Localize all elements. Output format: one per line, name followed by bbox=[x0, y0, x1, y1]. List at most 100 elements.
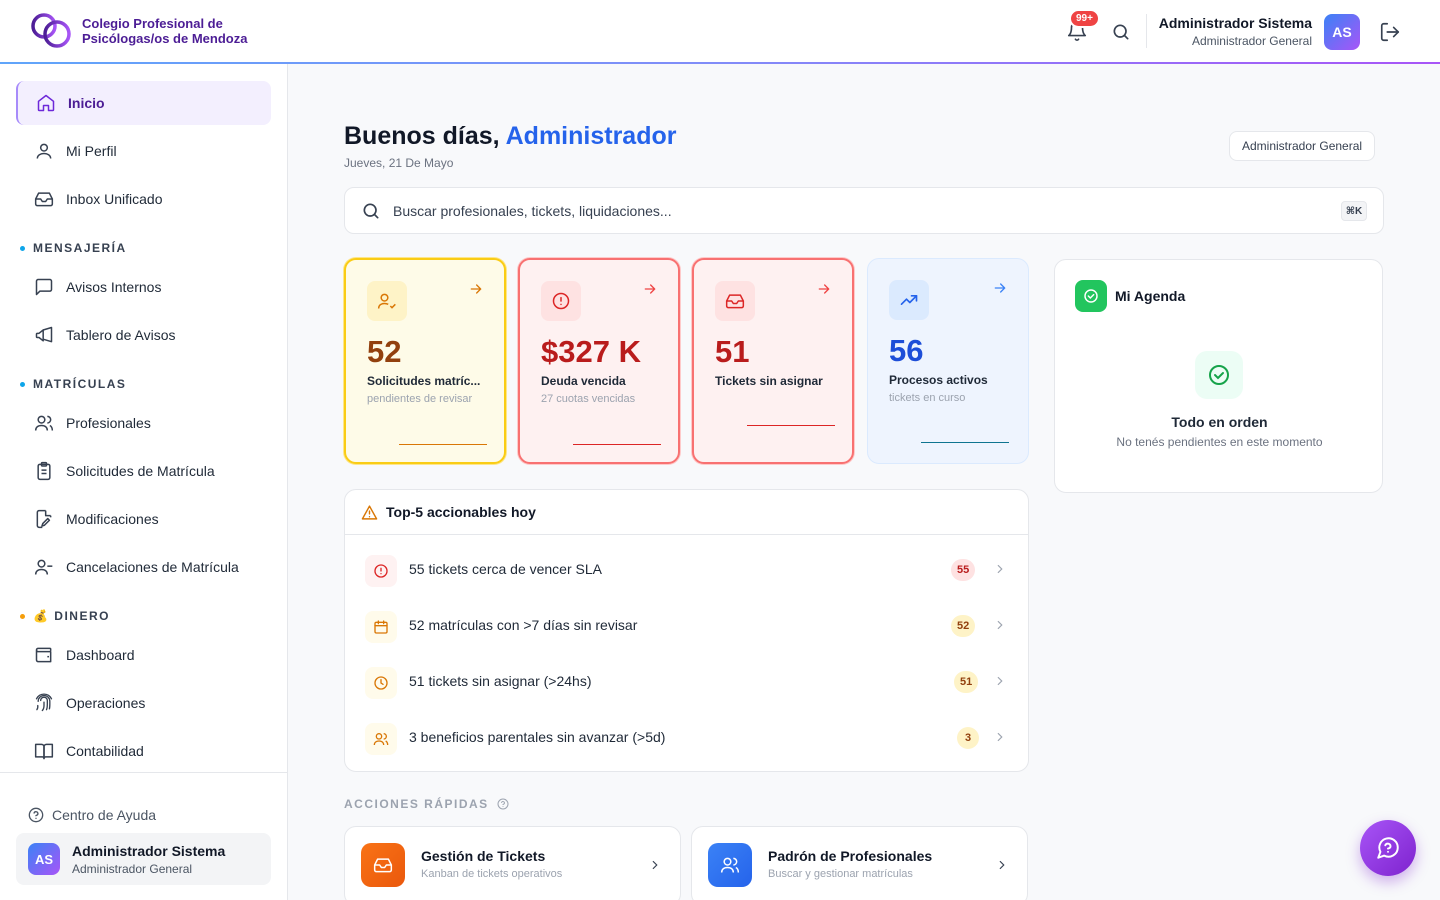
role-badge: Administrador General bbox=[1229, 131, 1376, 161]
agenda-card: Mi Agenda Todo en orden No tenés pendien… bbox=[1054, 259, 1383, 493]
book-icon bbox=[34, 743, 54, 760]
chevron-right-icon bbox=[997, 732, 1003, 742]
kpi-card-tickets[interactable]: 51 Tickets sin asignar bbox=[692, 258, 854, 464]
logout-icon[interactable] bbox=[1379, 21, 1401, 43]
sidebar-item-label: Dashboard bbox=[66, 647, 135, 663]
quick-action-tickets[interactable]: Gestión de Tickets Kanban de tickets ope… bbox=[344, 826, 681, 900]
section-label: MENSAJERÍA bbox=[33, 241, 127, 255]
sidebar-item-label: Inbox Unificado bbox=[66, 191, 163, 207]
sidebar-item-modificaciones[interactable]: Modificaciones bbox=[16, 497, 271, 541]
sidebar-item-profesionales[interactable]: Profesionales bbox=[16, 401, 271, 445]
divider bbox=[1146, 14, 1147, 48]
chevron-right-icon bbox=[997, 676, 1003, 686]
kpi-label: Solicitudes matríc... bbox=[367, 374, 481, 388]
sidebar-item-label: Operaciones bbox=[66, 695, 146, 711]
chevron-right-icon bbox=[652, 860, 658, 870]
header-user-role: Administrador General bbox=[1191, 34, 1312, 48]
check-circle-icon bbox=[1195, 351, 1243, 399]
kpi-sparkline bbox=[573, 444, 661, 445]
sidebar-user-card[interactable]: AS Administrador Sistema Administrador G… bbox=[16, 833, 271, 885]
sidebar-item-inicio[interactable]: Inicio bbox=[16, 81, 271, 125]
warning-icon bbox=[361, 505, 378, 520]
kpi-value: $327 K bbox=[541, 334, 641, 369]
help-label: Centro de Ayuda bbox=[52, 807, 157, 823]
list-item[interactable]: 51 tickets sin asignar (>24hs) 51 bbox=[345, 653, 1028, 709]
list-item-text: 51 tickets sin asignar (>24hs) bbox=[409, 673, 592, 689]
sidebar-item-tablero-avisos[interactable]: Tablero de Avisos bbox=[16, 313, 271, 357]
count-badge: 3 bbox=[957, 727, 979, 749]
sidebar-item-contabilidad[interactable]: Contabilidad bbox=[16, 729, 271, 773]
users-icon bbox=[34, 415, 54, 431]
sidebar-item-label: Tablero de Avisos bbox=[66, 327, 176, 343]
arrow-right-icon bbox=[470, 284, 482, 294]
kpi-card-solicitudes[interactable]: 52 Solicitudes matríc... pendientes de r… bbox=[344, 258, 506, 464]
brand-line-1: Colegio Profesional de bbox=[82, 16, 223, 31]
brand-line-2: Psicólogas/os de Mendoza bbox=[82, 31, 248, 46]
clock-icon bbox=[365, 667, 397, 699]
sidebar-item-cancelaciones[interactable]: Cancelaciones de Matrícula bbox=[16, 545, 271, 589]
kpi-value: 56 bbox=[889, 333, 924, 368]
avatar: AS bbox=[28, 843, 60, 875]
list-item[interactable]: 3 beneficios parentales sin avanzar (>5d… bbox=[345, 709, 1028, 765]
list-item-text: 55 tickets cerca de vencer SLA bbox=[409, 561, 602, 577]
sidebar-item-label: Contabilidad bbox=[66, 743, 144, 759]
quick-action-title: Padrón de Profesionales bbox=[768, 848, 933, 864]
list-item[interactable]: 52 matrículas con >7 días sin revisar 52 bbox=[345, 597, 1028, 653]
chevron-right-icon bbox=[999, 860, 1005, 870]
chevron-right-icon bbox=[997, 564, 1003, 574]
wallet-icon bbox=[35, 647, 52, 663]
sidebar-item-mi-perfil[interactable]: Mi Perfil bbox=[16, 129, 271, 173]
kpi-label: Procesos activos bbox=[889, 373, 988, 387]
page-title: Buenos días, Administrador bbox=[344, 122, 676, 151]
brand[interactable]: Colegio Profesional de Psicólogas/os de … bbox=[30, 12, 247, 50]
section-mensajeria: MENSAJERÍA bbox=[20, 241, 127, 255]
sidebar: Inicio Mi Perfil Inbox Unificado MENSAJE… bbox=[0, 64, 288, 900]
sidebar-item-operaciones[interactable]: Operaciones bbox=[16, 681, 271, 725]
kpi-sparkline bbox=[921, 442, 1009, 443]
user-check-icon bbox=[367, 281, 407, 321]
global-search-input[interactable]: Buscar profesionales, tickets, liquidaci… bbox=[344, 187, 1384, 234]
sidebar-user-role: Administrador General bbox=[72, 862, 193, 876]
avatar[interactable]: AS bbox=[1324, 14, 1360, 50]
section-dot bbox=[20, 381, 25, 387]
inbox-icon bbox=[361, 843, 405, 887]
kpi-card-deuda[interactable]: $327 K Deuda vencida 27 cuotas vencidas bbox=[518, 258, 680, 464]
quick-action-padron[interactable]: Padrón de Profesionales Buscar y gestion… bbox=[691, 826, 1028, 900]
header-user[interactable]: Administrador Sistema Administrador Gene… bbox=[1159, 15, 1312, 48]
kpi-label: Tickets sin asignar bbox=[715, 374, 823, 388]
sidebar-item-label: Solicitudes de Matrícula bbox=[66, 463, 215, 479]
list-item[interactable]: 55 tickets cerca de vencer SLA 55 bbox=[345, 541, 1028, 597]
chat-help-button[interactable] bbox=[1360, 820, 1416, 876]
sidebar-item-solicitudes[interactable]: Solicitudes de Matrícula bbox=[16, 449, 271, 493]
section-dot bbox=[20, 613, 25, 619]
agenda-status-sub: No tenés pendientes en este momento bbox=[1116, 435, 1323, 449]
top5-header: Top-5 accionables hoy bbox=[345, 490, 1028, 535]
sidebar-item-dashboard[interactable]: Dashboard bbox=[16, 633, 271, 677]
search-icon[interactable] bbox=[1111, 22, 1131, 42]
sidebar-item-avisos-internos[interactable]: Avisos Internos bbox=[16, 265, 271, 309]
help-link[interactable]: Centro de Ayuda bbox=[28, 807, 156, 823]
sidebar-item-label: Profesionales bbox=[66, 415, 151, 431]
search-icon bbox=[363, 203, 379, 219]
help-circle-icon[interactable] bbox=[497, 798, 509, 810]
sidebar-item-inbox[interactable]: Inbox Unificado bbox=[16, 177, 271, 221]
section-dinero: 💰 DINERO bbox=[20, 609, 110, 623]
calendar-icon bbox=[365, 611, 397, 643]
notification-badge: 99+ bbox=[1069, 9, 1100, 28]
brand-text: Colegio Profesional de Psicólogas/os de … bbox=[82, 16, 247, 46]
megaphone-icon bbox=[35, 326, 53, 343]
section-dot bbox=[20, 245, 25, 251]
list-item-text: 3 beneficios parentales sin avanzar (>5d… bbox=[409, 729, 666, 745]
section-label: 💰 DINERO bbox=[33, 609, 110, 623]
agenda-title: Mi Agenda bbox=[1115, 288, 1186, 304]
sidebar-item-label: Cancelaciones de Matrícula bbox=[66, 559, 239, 575]
kpi-sub: tickets en curso bbox=[889, 392, 966, 404]
quick-action-sub: Buscar y gestionar matrículas bbox=[768, 868, 913, 880]
search-placeholder: Buscar profesionales, tickets, liquidaci… bbox=[393, 203, 672, 219]
alert-circle-icon bbox=[365, 555, 397, 587]
header-user-name: Administrador Sistema bbox=[1158, 15, 1312, 31]
top5-panel: Top-5 accionables hoy 55 tickets cerca d… bbox=[344, 489, 1029, 772]
sidebar-item-label: Modificaciones bbox=[66, 511, 159, 527]
home-icon bbox=[37, 94, 55, 112]
kpi-card-procesos[interactable]: 56 Procesos activos tickets en curso bbox=[867, 258, 1029, 464]
